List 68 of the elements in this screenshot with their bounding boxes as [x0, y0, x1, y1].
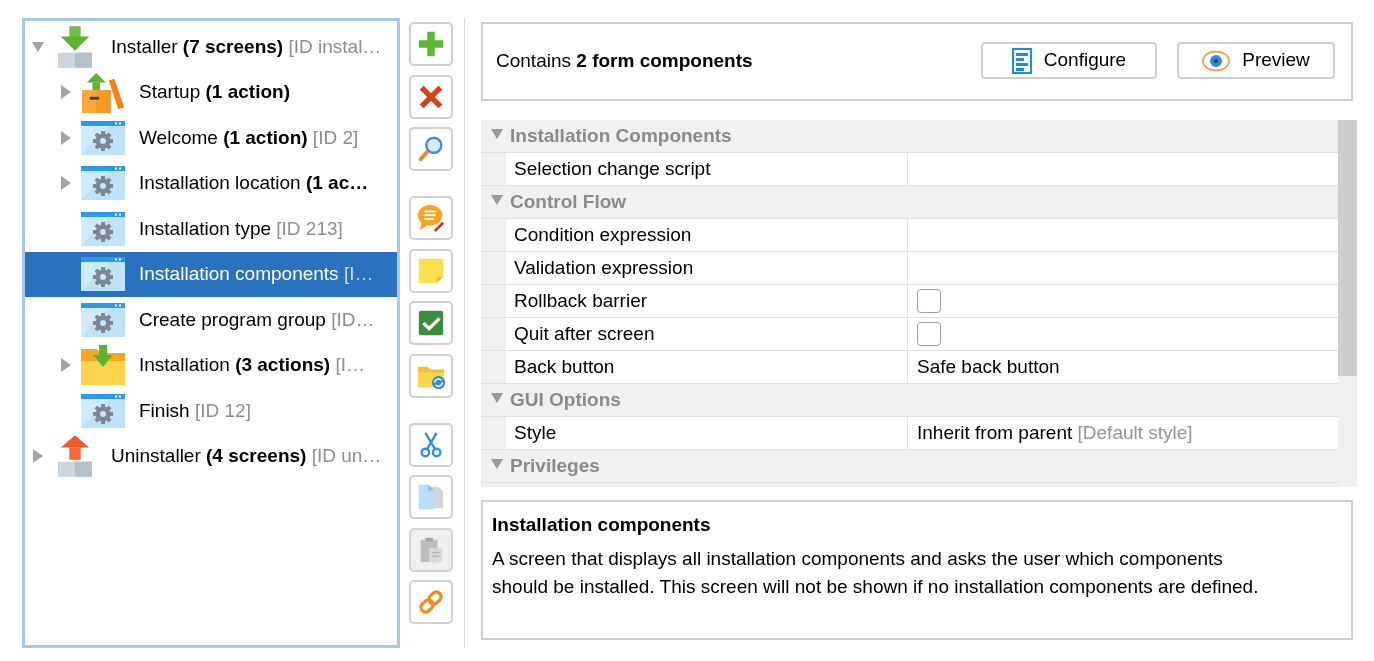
- upload-box-icon: [58, 435, 92, 478]
- tree-item[interactable]: Create program group [ID…: [25, 297, 397, 343]
- tree-item[interactable]: Installation components [I…: [25, 251, 397, 297]
- window-gear-icon: [81, 393, 125, 428]
- cut-button[interactable]: [409, 422, 453, 467]
- property-name: Validation expression: [506, 252, 908, 284]
- property-value[interactable]: Safe back button: [908, 351, 1338, 383]
- chain-link-icon: [416, 587, 446, 617]
- window-gear-icon: [81, 166, 125, 201]
- link-button[interactable]: [409, 580, 453, 624]
- expanded-arrow-icon[interactable]: [491, 393, 503, 403]
- folder-button[interactable]: [409, 353, 453, 398]
- group-title: Control Flow: [510, 189, 627, 214]
- checkbox[interactable]: [917, 322, 941, 346]
- description-text: A screen that displays all installation components and asks the user which components should be installed. This screen will not be shown if no installation components are defined.: [492, 547, 1260, 599]
- download-box-icon: [58, 25, 92, 68]
- property-name: Rollback barrier: [506, 285, 908, 317]
- tree-item[interactable]: Installer (7 screens) [ID instal…: [25, 24, 397, 70]
- configure-button[interactable]: Configure: [981, 42, 1157, 79]
- group-title: GUI Options: [510, 387, 621, 412]
- box-arrow-icon: [81, 71, 125, 114]
- description-title: Installation components: [492, 513, 712, 537]
- documents-icon: [416, 482, 446, 512]
- comment-button[interactable]: [409, 196, 453, 240]
- speech-bubble-icon: [416, 203, 446, 233]
- property-name: Back button: [506, 351, 908, 383]
- property-name: Condition expression: [506, 219, 908, 251]
- expanded-arrow-icon[interactable]: [491, 195, 503, 205]
- collapsed-arrow-icon[interactable]: [61, 176, 71, 191]
- property-name: Style: [506, 417, 908, 449]
- expanded-arrow-icon[interactable]: [32, 41, 44, 52]
- window-gear-icon: [81, 120, 125, 155]
- property-value[interactable]: Inherit from parent [Default style]: [908, 417, 1338, 449]
- form-list-icon: [1011, 47, 1032, 74]
- tree-item[interactable]: Welcome (1 action) [ID 2]: [25, 115, 397, 161]
- collapsed-arrow-icon[interactable]: [33, 449, 43, 464]
- scrollbar-thumb[interactable]: [1338, 120, 1357, 376]
- preview-button[interactable]: Preview: [1177, 42, 1335, 79]
- tree-item[interactable]: Installation type [ID 213]: [25, 206, 397, 252]
- property-name: Quit after screen: [506, 318, 908, 350]
- collapsed-arrow-icon[interactable]: [61, 358, 71, 373]
- property-name: Selection change script: [506, 153, 908, 185]
- tree-item[interactable]: Installation (3 actions) [I…: [25, 342, 397, 388]
- tree-item[interactable]: Uninstaller (4 screens) [ID un…: [25, 433, 397, 479]
- group-title: Installation Components: [510, 123, 732, 148]
- check-button[interactable]: [409, 301, 453, 345]
- summary-text: Contains 2 form components: [496, 49, 753, 74]
- group-title: Privileges: [510, 453, 600, 478]
- tree-item[interactable]: Installation location (1 ac…: [25, 160, 397, 206]
- collapsed-arrow-icon[interactable]: [61, 130, 71, 145]
- folder-download-icon: [81, 345, 125, 386]
- checkmark-icon: [416, 308, 446, 338]
- window-gear-icon: [81, 302, 125, 337]
- checkbox[interactable]: [917, 289, 941, 313]
- tree-item[interactable]: Finish [ID 12]: [25, 388, 397, 434]
- window-gear-icon: [81, 257, 125, 292]
- search-button[interactable]: [409, 127, 453, 171]
- eye-icon: [1202, 49, 1231, 72]
- add-button[interactable]: [409, 22, 453, 66]
- expanded-arrow-icon[interactable]: [491, 129, 503, 139]
- tree-item[interactable]: Startup (1 action): [25, 69, 397, 115]
- copy-button[interactable]: [409, 475, 453, 519]
- window-gear-icon: [81, 211, 125, 246]
- expanded-arrow-icon[interactable]: [491, 459, 503, 469]
- collapsed-arrow-icon[interactable]: [61, 85, 71, 100]
- plus-icon: [416, 29, 446, 59]
- note-button[interactable]: [409, 248, 453, 293]
- delete-button[interactable]: [409, 74, 453, 119]
